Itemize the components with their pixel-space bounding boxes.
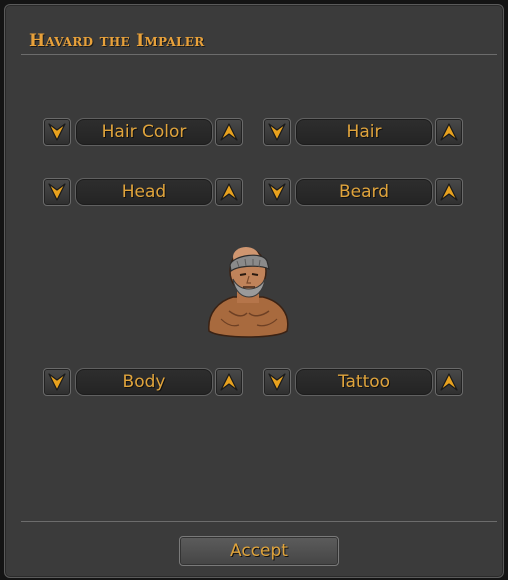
arrow-up-icon [440,373,458,391]
title-divider [21,54,497,55]
arrow-down-icon [268,183,286,201]
arrow-down-icon [268,373,286,391]
body-prev-button[interactable] [43,368,71,396]
arrow-up-icon [220,123,238,141]
hair-color-next-button[interactable] [215,118,243,146]
window-title: Havard the Impaler [29,31,205,51]
head-prev-button[interactable] [43,178,71,206]
head-next-button[interactable] [215,178,243,206]
body-next-button[interactable] [215,368,243,396]
head-label: Head [75,178,213,206]
arrow-down-icon [268,123,286,141]
tattoo-label: Tattoo [295,368,433,396]
character-customization-panel: Havard the Impaler Hair Color Hair Head … [4,4,504,578]
arrow-up-icon [440,123,458,141]
tattoo-next-button[interactable] [435,368,463,396]
arrow-up-icon [220,183,238,201]
beard-prev-button[interactable] [263,178,291,206]
arrow-down-icon [48,373,66,391]
body-label: Body [75,368,213,396]
beard-label: Beard [295,178,433,206]
beard-next-button[interactable] [435,178,463,206]
hair-color-prev-button[interactable] [43,118,71,146]
tattoo-prev-button[interactable] [263,368,291,396]
hair-color-label: Hair Color [75,118,213,146]
arrow-up-icon [220,373,238,391]
hair-label: Hair [295,118,433,146]
hair-next-button[interactable] [435,118,463,146]
arrow-up-icon [440,183,458,201]
hair-prev-button[interactable] [263,118,291,146]
arrow-down-icon [48,123,66,141]
character-portrait [208,247,289,338]
arrow-down-icon [48,183,66,201]
accept-button[interactable]: Accept [179,536,339,566]
footer-divider [21,521,497,522]
